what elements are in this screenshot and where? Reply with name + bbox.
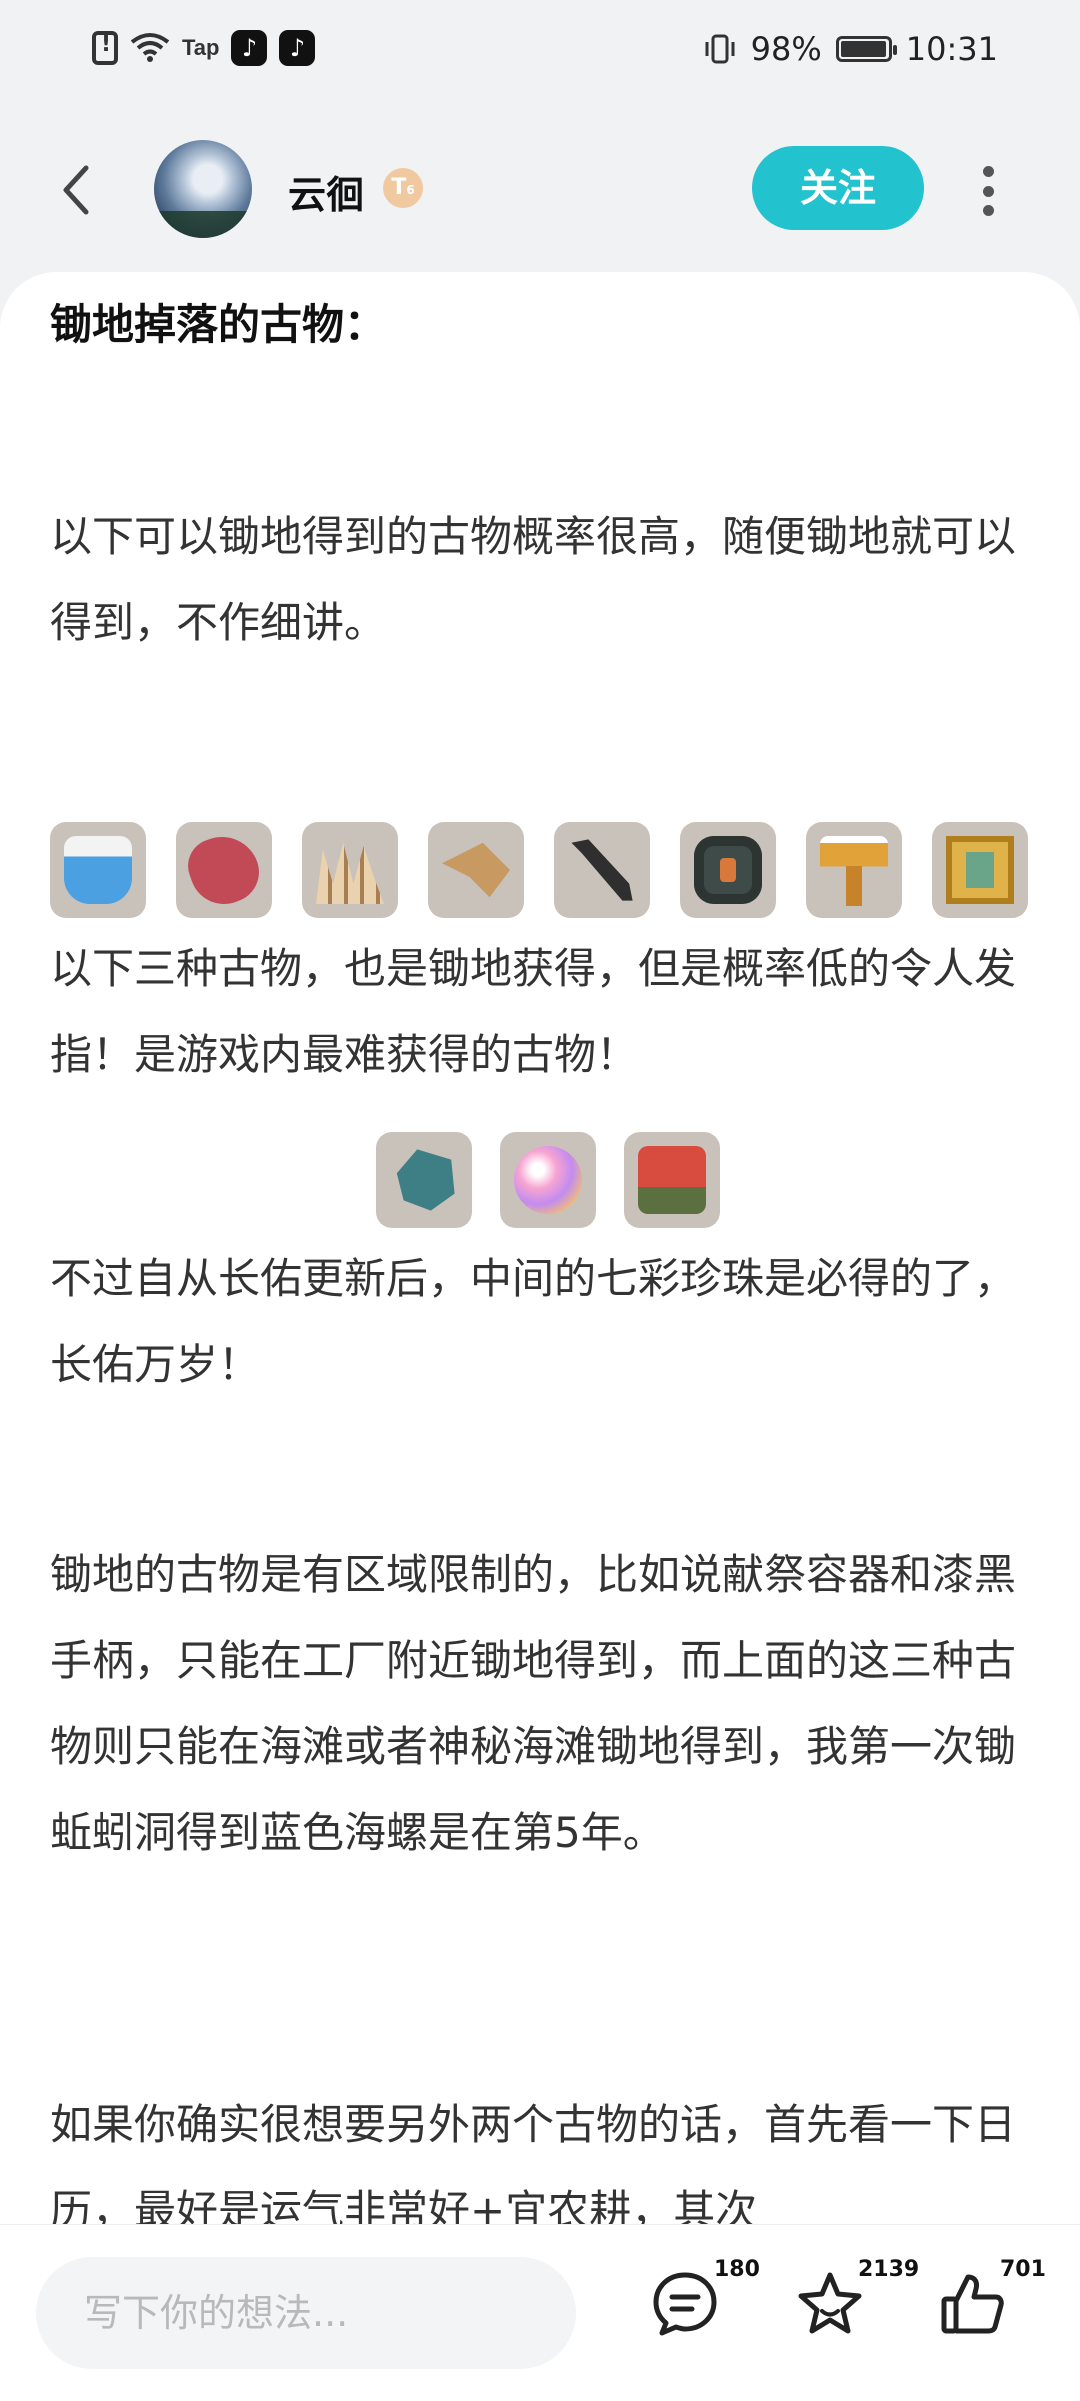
artifact-image[interactable] bbox=[624, 1132, 720, 1228]
level-badge: T6 bbox=[383, 168, 423, 208]
post-header: 云徊 T6 关注 bbox=[0, 106, 1080, 270]
artifact-image[interactable] bbox=[302, 822, 398, 918]
author-name[interactable]: 云徊 bbox=[288, 164, 364, 219]
status-system: 98% 10:31 bbox=[703, 30, 998, 68]
like-count: 701 bbox=[1000, 2257, 1046, 2282]
artifact-image[interactable] bbox=[176, 822, 272, 918]
back-arrow-icon[interactable] bbox=[56, 160, 96, 220]
bottom-action-bar: 180 2139 701 bbox=[0, 2224, 1080, 2401]
artifact-image[interactable] bbox=[500, 1132, 596, 1228]
comment-input[interactable] bbox=[36, 2257, 576, 2369]
tiktok-icon-2: ♪ bbox=[279, 30, 316, 66]
status-bar: Tap ♪ ♪ 98% 10:31 bbox=[0, 0, 1080, 106]
artifact-image[interactable] bbox=[554, 822, 650, 918]
favorite-count: 2139 bbox=[858, 2257, 920, 2282]
artifact-image[interactable] bbox=[680, 822, 776, 918]
paragraph-5: 如果你确实很想要另外两个古物的话，首先看一下日历，最好是运气非常好+宜农耕，其次 bbox=[50, 2100, 1017, 2232]
article-card: 锄地掉落的古物： 以下可以锄地得到的古物概率很高，随便锄地就可以得到，不作细讲。… bbox=[0, 272, 1080, 2232]
vibrate-icon bbox=[705, 34, 735, 64]
paragraph-4: 锄地的古物是有区域限制的，比如说献祭容器和漆黑手柄，只能在工厂附近锄地得到，而上… bbox=[50, 1550, 1017, 1857]
paragraph-3: 不过自从长佑更新后，中间的七彩珍珠是必得的了，长佑万岁！ bbox=[50, 1254, 1017, 1389]
wifi-icon bbox=[130, 33, 170, 62]
battery-icon bbox=[835, 36, 897, 62]
rare-artifacts-row bbox=[376, 1132, 720, 1228]
paragraph-1: 以下可以锄地得到的古物概率很高，随便锄地就可以得到，不作细讲。 bbox=[50, 512, 1017, 647]
artifact-image[interactable] bbox=[806, 822, 902, 918]
follow-button[interactable]: 关注 bbox=[752, 146, 924, 230]
taptap-icon: Tap bbox=[182, 35, 220, 60]
artifact-image[interactable] bbox=[932, 822, 1028, 918]
tiktok-icon: ♪ bbox=[231, 30, 268, 66]
like-thumb-icon[interactable] bbox=[938, 2269, 1008, 2339]
clock: 10:31 bbox=[905, 30, 998, 68]
comment-icon[interactable] bbox=[650, 2269, 720, 2339]
favorite-star-icon[interactable] bbox=[795, 2269, 865, 2339]
artifact-image[interactable] bbox=[376, 1132, 472, 1228]
artifact-image[interactable] bbox=[428, 822, 524, 918]
paragraph-2: 以下三种古物，也是锄地获得，但是概率低的令人发指！是游戏内最难获得的古物！ bbox=[50, 944, 1017, 1079]
alert-icon bbox=[92, 31, 118, 65]
section-heading: 锄地掉落的古物： bbox=[50, 300, 387, 349]
common-artifacts-row bbox=[50, 822, 1028, 918]
artifact-image[interactable] bbox=[50, 822, 146, 918]
more-options-icon[interactable] bbox=[982, 166, 994, 216]
comment-count: 180 bbox=[714, 2257, 760, 2282]
avatar[interactable] bbox=[154, 140, 252, 238]
battery-percent: 98% bbox=[750, 30, 822, 68]
status-notifications: Tap ♪ ♪ bbox=[92, 30, 316, 66]
